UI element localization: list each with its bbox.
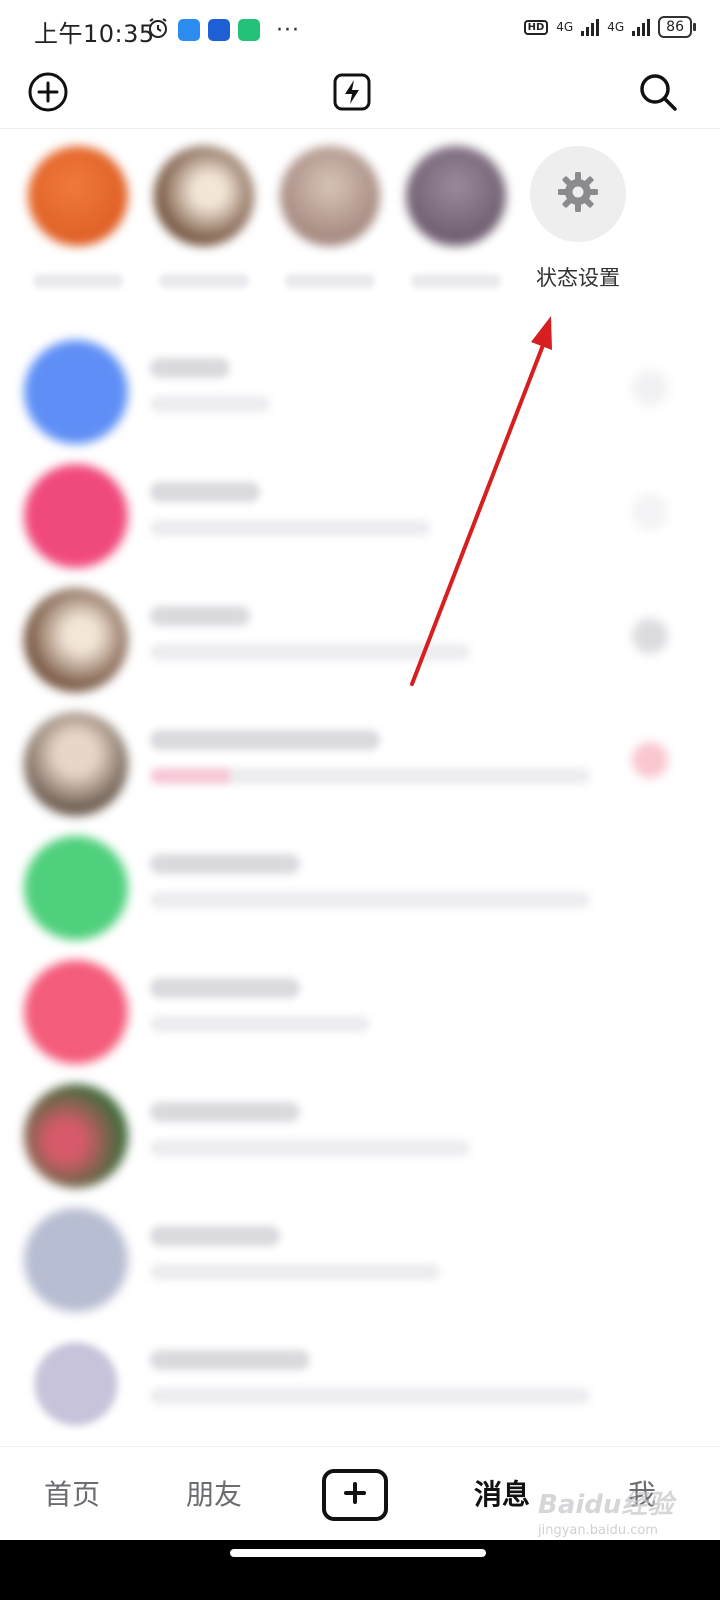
list-item[interactable] [0,1198,720,1322]
avatar [24,464,128,568]
search-icon [637,71,679,117]
message-title-placeholder [150,1226,280,1246]
avatar [280,146,380,246]
story-item[interactable] [150,136,258,306]
status-setting-label: 状态设置 [536,266,620,290]
network-label-2: 4G [607,20,625,34]
message-preview-placeholder [150,1388,590,1404]
message-title-placeholder [150,854,300,874]
message-title-placeholder [150,1102,300,1122]
message-title-placeholder [150,606,250,626]
status-setting-button[interactable]: 状态设置 [528,146,628,292]
list-item[interactable] [0,826,720,950]
avatar [28,146,128,246]
message-preview-placeholder [150,1016,370,1032]
message-preview-placeholder [150,1140,470,1156]
blue-app-icon [208,19,230,41]
list-item[interactable] [0,578,720,702]
message-title-placeholder [150,1350,310,1370]
flash-button[interactable] [328,70,376,118]
status-app-icons: ··· [146,16,300,44]
story-name-placeholder [33,274,123,288]
status-time: 上午10:35 [34,20,155,48]
alarm-icon [146,16,170,44]
create-button[interactable] [322,1469,388,1521]
tab-home[interactable]: 首页 [44,1473,100,1513]
plus-icon [343,1481,367,1509]
message-preview-placeholder [150,396,270,412]
avatar [24,340,128,444]
avatar [406,146,506,246]
message-preview-placeholder [150,1264,440,1280]
message-preview-placeholder [150,768,590,784]
avatar [24,836,128,940]
message-preview-placeholder [150,520,430,536]
watermark-brand: Baidu经验 [538,1490,674,1520]
message-title-placeholder [150,482,260,502]
avatar [24,1208,128,1312]
avatar [154,146,254,246]
shield-app-icon [238,19,260,41]
status-bar: 上午10:35 ··· HD 4G 4G 86 [0,0,720,62]
tab-messages[interactable]: 消息 [474,1473,530,1513]
search-button[interactable] [634,70,682,118]
avatar [24,712,128,816]
watermark: Baidu经验 jingyan.baidu.com [538,1484,678,1538]
list-item[interactable] [0,702,720,826]
cloud-app-icon [178,19,200,41]
avatar [24,960,128,1064]
list-item[interactable] [0,1074,720,1198]
message-meta-placeholder [632,494,668,530]
story-item[interactable] [24,136,132,306]
story-item[interactable] [276,136,384,306]
message-preview-placeholder [150,892,590,908]
story-item[interactable] [402,136,510,306]
avatar [24,588,128,692]
story-name-placeholder [285,274,375,288]
battery-icon: 86 [658,16,696,38]
status-more-icon: ··· [276,17,300,43]
story-strip [16,136,514,306]
message-preview-placeholder [150,644,470,660]
signal-icon-2 [632,18,651,36]
signal-icon [581,18,600,36]
lightning-icon [331,71,373,117]
add-button[interactable] [24,70,72,118]
list-item[interactable] [0,950,720,1074]
story-name-placeholder [159,274,249,288]
status-right-icons: HD 4G 4G 86 [523,16,696,38]
avatar [34,1342,118,1426]
list-item[interactable] [0,454,720,578]
story-name-placeholder [411,274,501,288]
message-list [0,330,720,1446]
home-indicator[interactable] [230,1549,486,1557]
message-title-placeholder [150,358,230,378]
plus-circle-icon [27,71,69,117]
gear-icon-circle [530,146,626,242]
tab-friends[interactable]: 朋友 [186,1473,242,1513]
list-item[interactable] [0,1322,720,1446]
watermark-url: jingyan.baidu.com [538,1523,658,1538]
top-nav [0,62,720,129]
message-meta-placeholder [632,370,668,406]
avatar [24,1084,128,1188]
message-meta-placeholder [632,618,668,654]
message-meta-placeholder [632,742,668,778]
message-title-placeholder [150,978,300,998]
message-title-placeholder [150,730,380,750]
hd-badge: HD [523,19,549,35]
gear-icon [556,170,600,218]
list-item[interactable] [0,330,720,454]
network-label-1: 4G [556,20,574,34]
